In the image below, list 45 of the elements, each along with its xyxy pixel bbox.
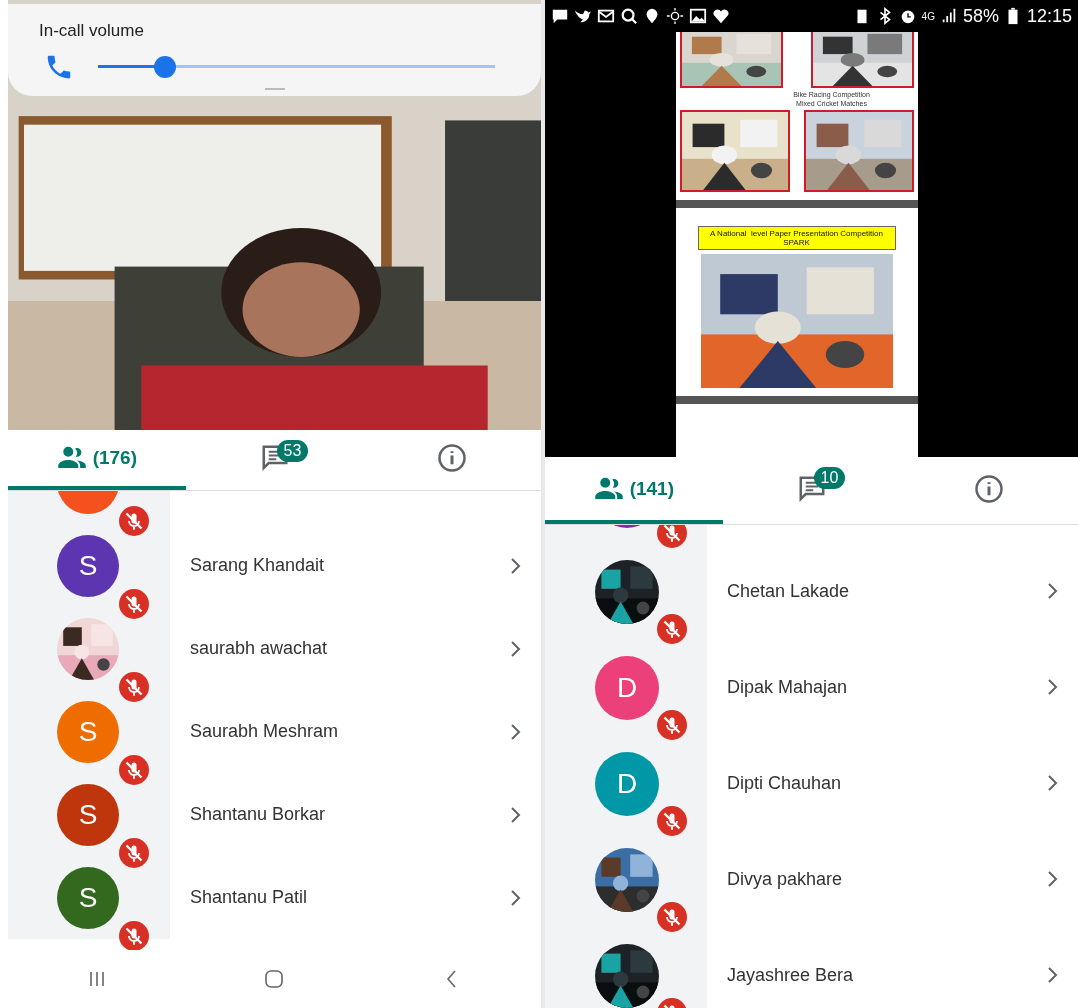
chevron-icon[interactable] — [509, 638, 521, 659]
chevron-icon[interactable] — [1046, 677, 1058, 697]
avatar: S — [57, 700, 119, 763]
chevron-icon[interactable] — [1046, 869, 1058, 889]
network-type: 4G — [921, 10, 935, 22]
banner-text: SPARK — [783, 238, 810, 247]
chevron-icon[interactable] — [509, 721, 521, 742]
avatar: D — [595, 752, 659, 816]
chevron-icon[interactable] — [1046, 965, 1058, 985]
mail-icon — [597, 7, 615, 25]
info-icon — [974, 473, 1005, 504]
message-icon — [551, 7, 569, 25]
image-icon — [689, 7, 707, 25]
participant-name[interactable]: Sarang Khandait — [190, 555, 509, 576]
search-icon — [620, 7, 638, 25]
participant-name[interactable]: Jayashree Bera — [727, 964, 1046, 986]
participant-name[interactable]: Shantanu Patil — [190, 887, 509, 908]
avatar: S — [57, 783, 119, 846]
avatar: S — [57, 534, 119, 597]
heart-icon — [712, 7, 730, 25]
avatar: S — [57, 866, 119, 929]
participant-name[interactable]: Shantanu Borkar — [190, 804, 509, 825]
unread-count: 10 — [813, 467, 846, 489]
info-icon — [437, 443, 468, 473]
battery-level: 58% — [962, 5, 999, 27]
banner-text: A National level Paper Presentation Competition — [710, 229, 883, 238]
volume-title: In-call volume — [39, 21, 144, 41]
participant-name[interactable]: Dipti Chauhan — [727, 772, 1046, 794]
panel-handle[interactable] — [264, 88, 285, 90]
participant-name[interactable]: Chetan Lakade — [727, 580, 1046, 602]
home-icon[interactable] — [264, 969, 285, 989]
participant-name[interactable]: saurabh awachat — [190, 638, 509, 659]
status-time: 12:15 — [1026, 5, 1072, 27]
chevron-icon[interactable] — [509, 555, 521, 576]
participant-name[interactable]: Saurabh Meshram — [190, 721, 509, 742]
chevron-icon[interactable] — [1046, 581, 1058, 601]
chevron-icon[interactable] — [1046, 773, 1058, 793]
sun-icon — [666, 7, 684, 25]
chevron-icon[interactable] — [509, 804, 521, 825]
unread-count: 53 — [276, 440, 309, 462]
chevron-icon[interactable] — [509, 887, 521, 908]
participant-name[interactable]: Divya pakhare — [727, 868, 1046, 890]
avatar: D — [595, 656, 659, 720]
volume-slider[interactable] — [98, 55, 495, 79]
participant-name[interactable]: Dipak Mahajan — [727, 676, 1046, 698]
